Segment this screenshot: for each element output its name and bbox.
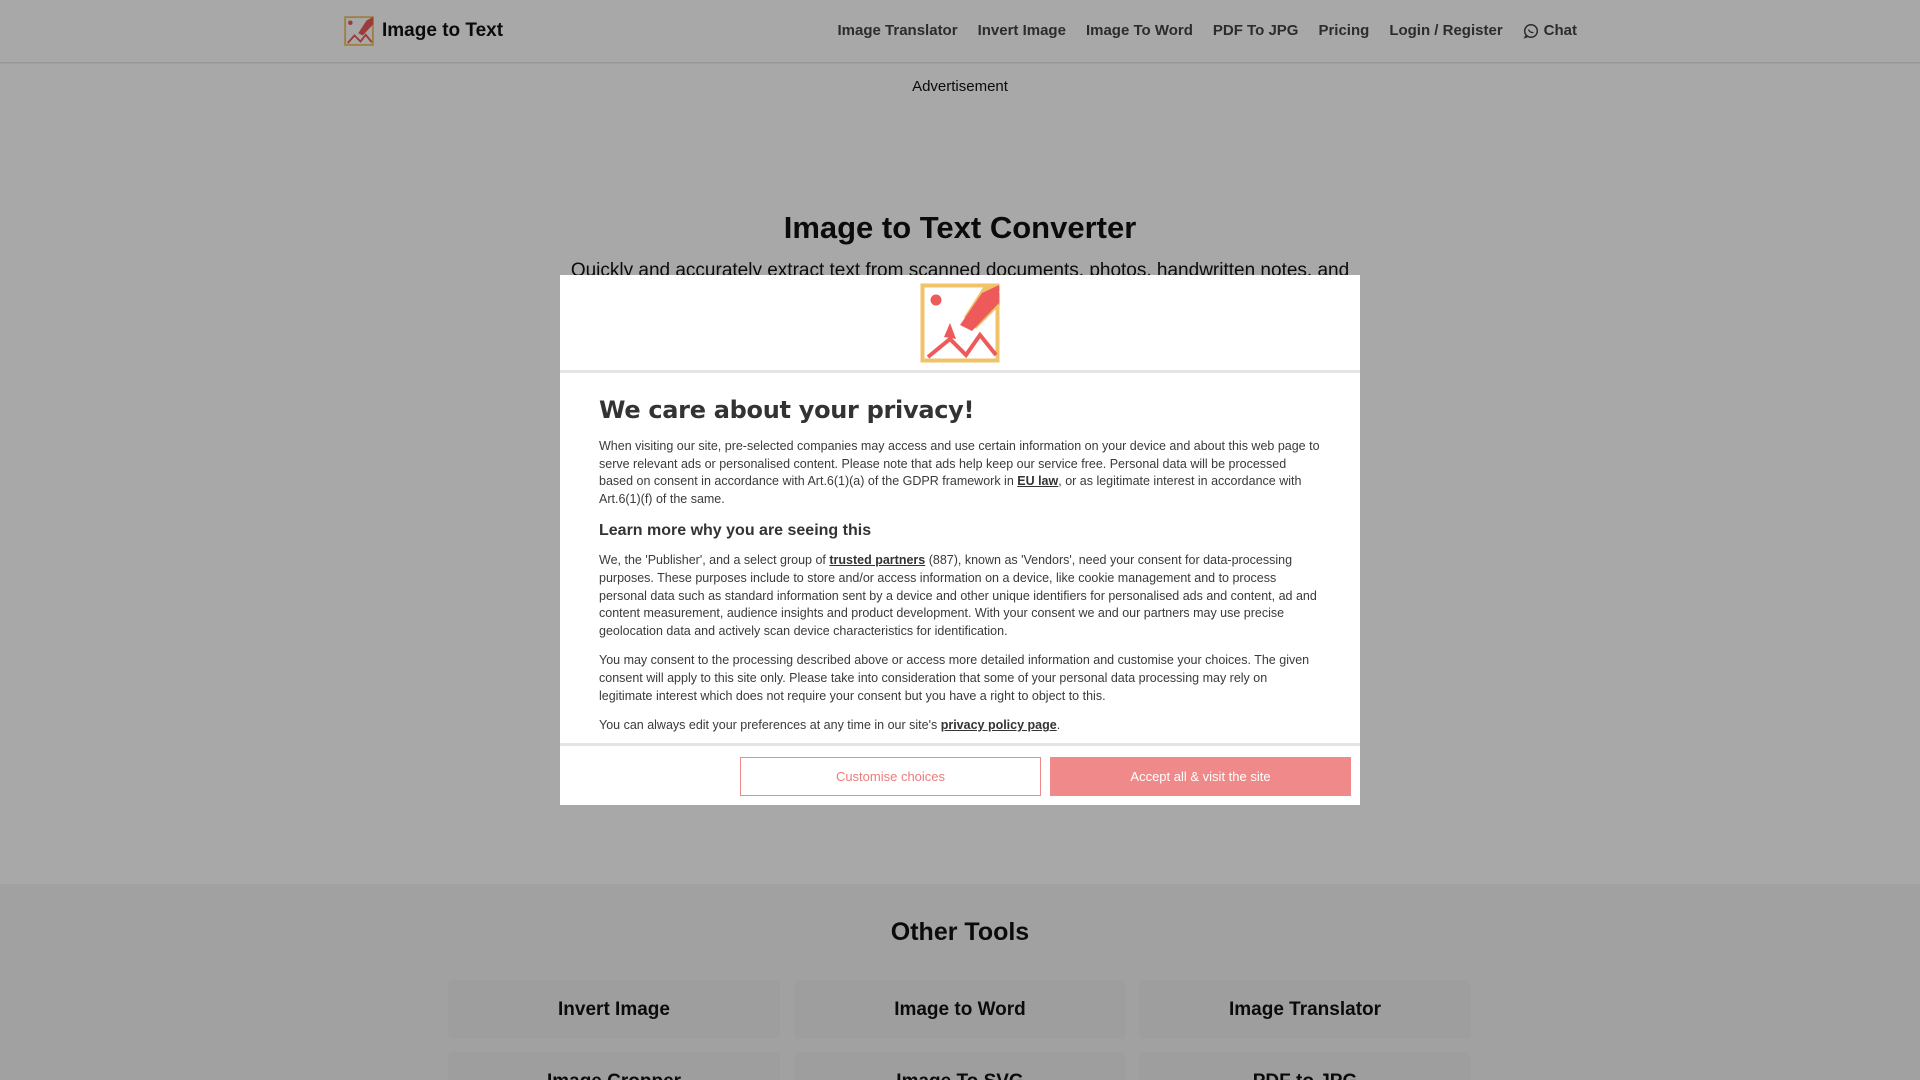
consent-paragraph-2: We, the 'Publisher', and a select group … xyxy=(599,552,1320,640)
consent-paragraph-4: You can always edit your preferences at … xyxy=(599,717,1320,735)
customise-choices-button[interactable]: Customise choices xyxy=(740,757,1041,796)
consent-text: We, the 'Publisher', and a select group … xyxy=(599,553,830,568)
consent-subheading: Learn more why you are seeing this xyxy=(599,522,872,540)
accept-all-button[interactable]: Accept all & visit the site xyxy=(1050,757,1351,796)
consent-paragraph-3: You may consent to the processing descri… xyxy=(599,653,1310,703)
consent-paragraph-1: When visiting our site, pre-selected com… xyxy=(599,438,1320,508)
consent-text: . xyxy=(1056,718,1061,733)
consent-footer: Customise choices Accept all & visit the… xyxy=(560,743,1360,805)
consent-text: You can always edit your preferences at … xyxy=(599,718,941,733)
consent-dialog: We care about your privacy! When visitin… xyxy=(560,275,1360,805)
privacy-policy-link[interactable]: privacy policy page xyxy=(941,718,1057,732)
consent-body: We care about your privacy! When visitin… xyxy=(560,373,1360,742)
eu-law-link[interactable]: EU law xyxy=(1017,474,1058,488)
consent-title: We care about your privacy! xyxy=(599,396,975,424)
logo-icon xyxy=(920,283,1000,362)
trusted-partners-link[interactable]: trusted partners xyxy=(829,553,925,567)
consent-header xyxy=(560,275,1360,373)
